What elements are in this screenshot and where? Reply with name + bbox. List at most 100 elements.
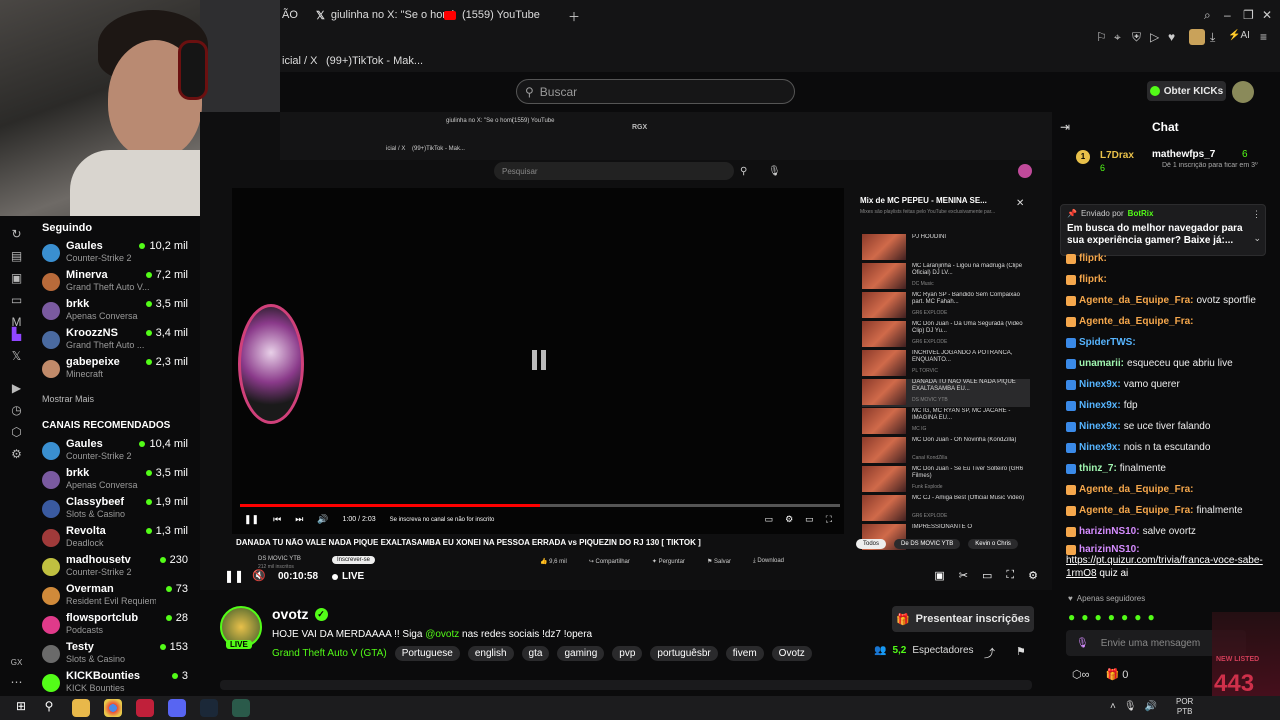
stream-tag[interactable]: pvp [612,646,643,661]
sidebar-channel[interactable]: Minerva Grand Theft Auto V... 7,2 mil [36,269,198,297]
share-icon[interactable]: ⤴ [984,645,995,661]
captions-icon[interactable]: ▭ [765,514,774,525]
language-indicator[interactable]: POR PTB [1176,697,1193,717]
gear-icon[interactable]: ⚙ [10,448,23,461]
ai-icon[interactable]: ⚡AI [1228,30,1250,41]
history-icon[interactable]: ↻ [10,228,23,241]
chat-message[interactable]: Ninex9x: vamo querer [1066,379,1276,390]
settings-icon[interactable]: ⚙ [1028,569,1038,582]
pinned-user[interactable]: BotRix [1128,209,1154,218]
chat-message[interactable]: unamarii: esqueceu que abriu live [1066,358,1276,369]
chat-message[interactable]: Agente_da_Equipe_Fra: finalmente [1066,505,1276,516]
volume-muted-icon[interactable]: 🔇 [252,569,266,582]
xbox-icon[interactable] [232,699,250,717]
download-icon[interactable]: ⤓ [1210,30,1215,45]
yt-playlist-item[interactable]: PJ HOUDINI [862,234,1030,262]
twitch-icon[interactable]: ▙ [10,328,23,341]
gift-icon[interactable]: 🎁 0 [1105,668,1128,681]
chat-message[interactable]: fliprk: [1066,274,1276,285]
chat-icon[interactable]: ▭ [10,294,23,307]
chrome-icon[interactable] [104,699,122,717]
browser-tab[interactable]: (1559) YouTube [444,6,540,24]
collapse-chat-icon[interactable]: ⇥ [1060,120,1070,134]
chat-username[interactable]: Ninex9x: [1079,400,1121,411]
settings-icon[interactable] [10,544,23,557]
more-options-icon[interactable]: ⋮ [1252,209,1261,220]
pip-icon[interactable]: ▣ [934,569,944,582]
yt-download-button[interactable]: ⤓ Download [753,558,784,565]
chat-message[interactable]: Agente_da_Equipe_Fra: [1066,316,1276,327]
maximize-icon[interactable]: ❐ [1243,8,1254,22]
stream-tag[interactable]: portuguêsbr [650,646,718,661]
chat-message[interactable]: Ninex9x: se uce tiver falando [1066,421,1276,432]
chat-username[interactable]: fliprk: [1079,274,1107,285]
discord-icon[interactable] [168,699,186,717]
chat-username[interactable]: Ninex9x: [1079,421,1121,432]
yt-chip[interactable]: De DS MOVIC YTB [894,539,961,549]
chat-message[interactable]: SpiderTWS: [1066,337,1276,348]
top-gifter2-name[interactable]: mathewfps_7 [1152,149,1215,160]
top-gifter-name[interactable]: L7Drax [1100,150,1134,161]
settings-icon[interactable]: ⚙ [785,514,793,525]
menu-icon[interactable]: ≡ [1260,30,1267,44]
chat-username[interactable]: SpiderTWS: [1079,337,1136,348]
sidebar-channel[interactable]: brkk Apenas Conversa 3,5 mil [36,298,198,326]
opera-gx-icon[interactable] [136,699,154,717]
yt-progress-track[interactable] [240,504,840,507]
sidebar-channel[interactable]: Gaules Counter-Strike 2 10,4 mil [36,438,198,466]
chat-username[interactable]: harizinNS10: [1079,526,1140,537]
windows-start-icon[interactable]: ⊞ [12,699,30,717]
chat-username[interactable]: fliprk: [1079,253,1107,264]
chat-message[interactable]: thinz_7: finalmente [1066,463,1276,474]
close-icon[interactable]: ✕ [1016,198,1024,209]
stream-tag[interactable]: gaming [557,646,605,661]
chat-message[interactable]: Agente_da_Equipe_Fra: ovotz sportfie [1066,295,1276,306]
yt-subscribe-button[interactable]: Inscrever-se [332,556,376,564]
x-icon[interactable]: 𝕏 [10,350,23,363]
yt-next-icon[interactable]: ⏭ [295,514,303,525]
pin-icon[interactable]: ⌖ [1114,30,1121,45]
chat-username[interactable]: Ninex9x: [1079,379,1121,390]
yt-playlist-item[interactable]: DANADA TU NÃO VALE NADA PIQUE EXALTASAMB… [862,379,1030,407]
live-indicator[interactable]: LIVE [332,571,364,582]
shield-icon[interactable]: ⛨ [1132,30,1141,45]
dashboard-icon[interactable]: ▤ [10,250,23,263]
chat-username[interactable]: unamarii: [1079,358,1124,369]
sidebar-channel[interactable]: flowsportclub Podcasts 28 [36,612,198,640]
stream-category[interactable]: Grand Theft Auto V (GTA) [272,648,387,659]
emote-bar[interactable]: ●●●●●●● [1068,610,1161,624]
browser-tab[interactable]: ÃO [282,6,298,24]
yt-avatar[interactable] [1018,164,1032,178]
more-icon[interactable]: ⋯ [10,676,23,689]
report-icon[interactable]: ⚑ [1016,645,1026,658]
yt-ask-button[interactable]: ✦ Perguntar [652,558,685,565]
mic-icon[interactable]: 🎙 [1076,638,1089,649]
mic-icon[interactable]: 🎙 [1124,701,1137,712]
clock-icon[interactable]: ◷ [10,404,23,417]
search-icon[interactable]: ⚲ [40,699,58,717]
fullscreen-icon[interactable]: ⛶ [1006,569,1014,582]
search-input[interactable]: ⚲ Buscar [516,79,795,104]
chat-username[interactable]: Ninex9x: [1079,442,1121,453]
mic-icon[interactable]: 🎙 [768,166,781,177]
bag-icon[interactable]: ▣ [10,272,23,285]
chevron-down-icon[interactable]: ⌄ [1253,233,1261,244]
yt-pause-icon[interactable]: ❚❚ [244,514,259,525]
kick-points-icon[interactable]: ⬡∞ [1072,668,1089,681]
yt-volume-icon[interactable]: 🔊 [317,514,328,525]
fullscreen-icon[interactable]: ⛶ [826,514,832,525]
stream-title-mention[interactable]: @ovotz [425,629,459,640]
yt-playlist-item[interactable]: INCRIVEL JOGANDO A POTRANCA, ENQUANTO...… [862,350,1030,378]
youtube-player[interactable]: ❚❚ ⏮ ⏭ 🔊 1:00 / 2:03 Se inscreva no cana… [232,188,844,534]
yt-playlist-item[interactable]: MC IG, MC RYAN SP, MC JACARÉ - IMAGINA E… [862,408,1030,436]
theater-icon[interactable]: ▭ [982,569,992,582]
sidebar-channel[interactable]: Gaules Counter-Strike 2 10,2 mil [36,240,198,268]
yt-playlist-item[interactable]: MC Don Juan - Da Uma Segurada (Video Cli… [862,321,1030,349]
stream-tag[interactable]: english [467,646,514,661]
yt-like-button[interactable]: 👍 9,6 mil [540,558,567,565]
yt-playlist-item[interactable]: MC Don Juan - Ôh Novinha (KondZilla) Cana… [862,437,1030,465]
sidebar-channel[interactable]: Testy Slots & Casino 153 [36,641,198,669]
browser-tab[interactable]: (99+)TikTok - Mak... [326,52,423,70]
close-icon[interactable]: ✕ [1262,8,1272,22]
yt-playlist-item[interactable]: MC Don Juan - Se Eu Tiver Solteiro (GR6 … [862,466,1030,494]
